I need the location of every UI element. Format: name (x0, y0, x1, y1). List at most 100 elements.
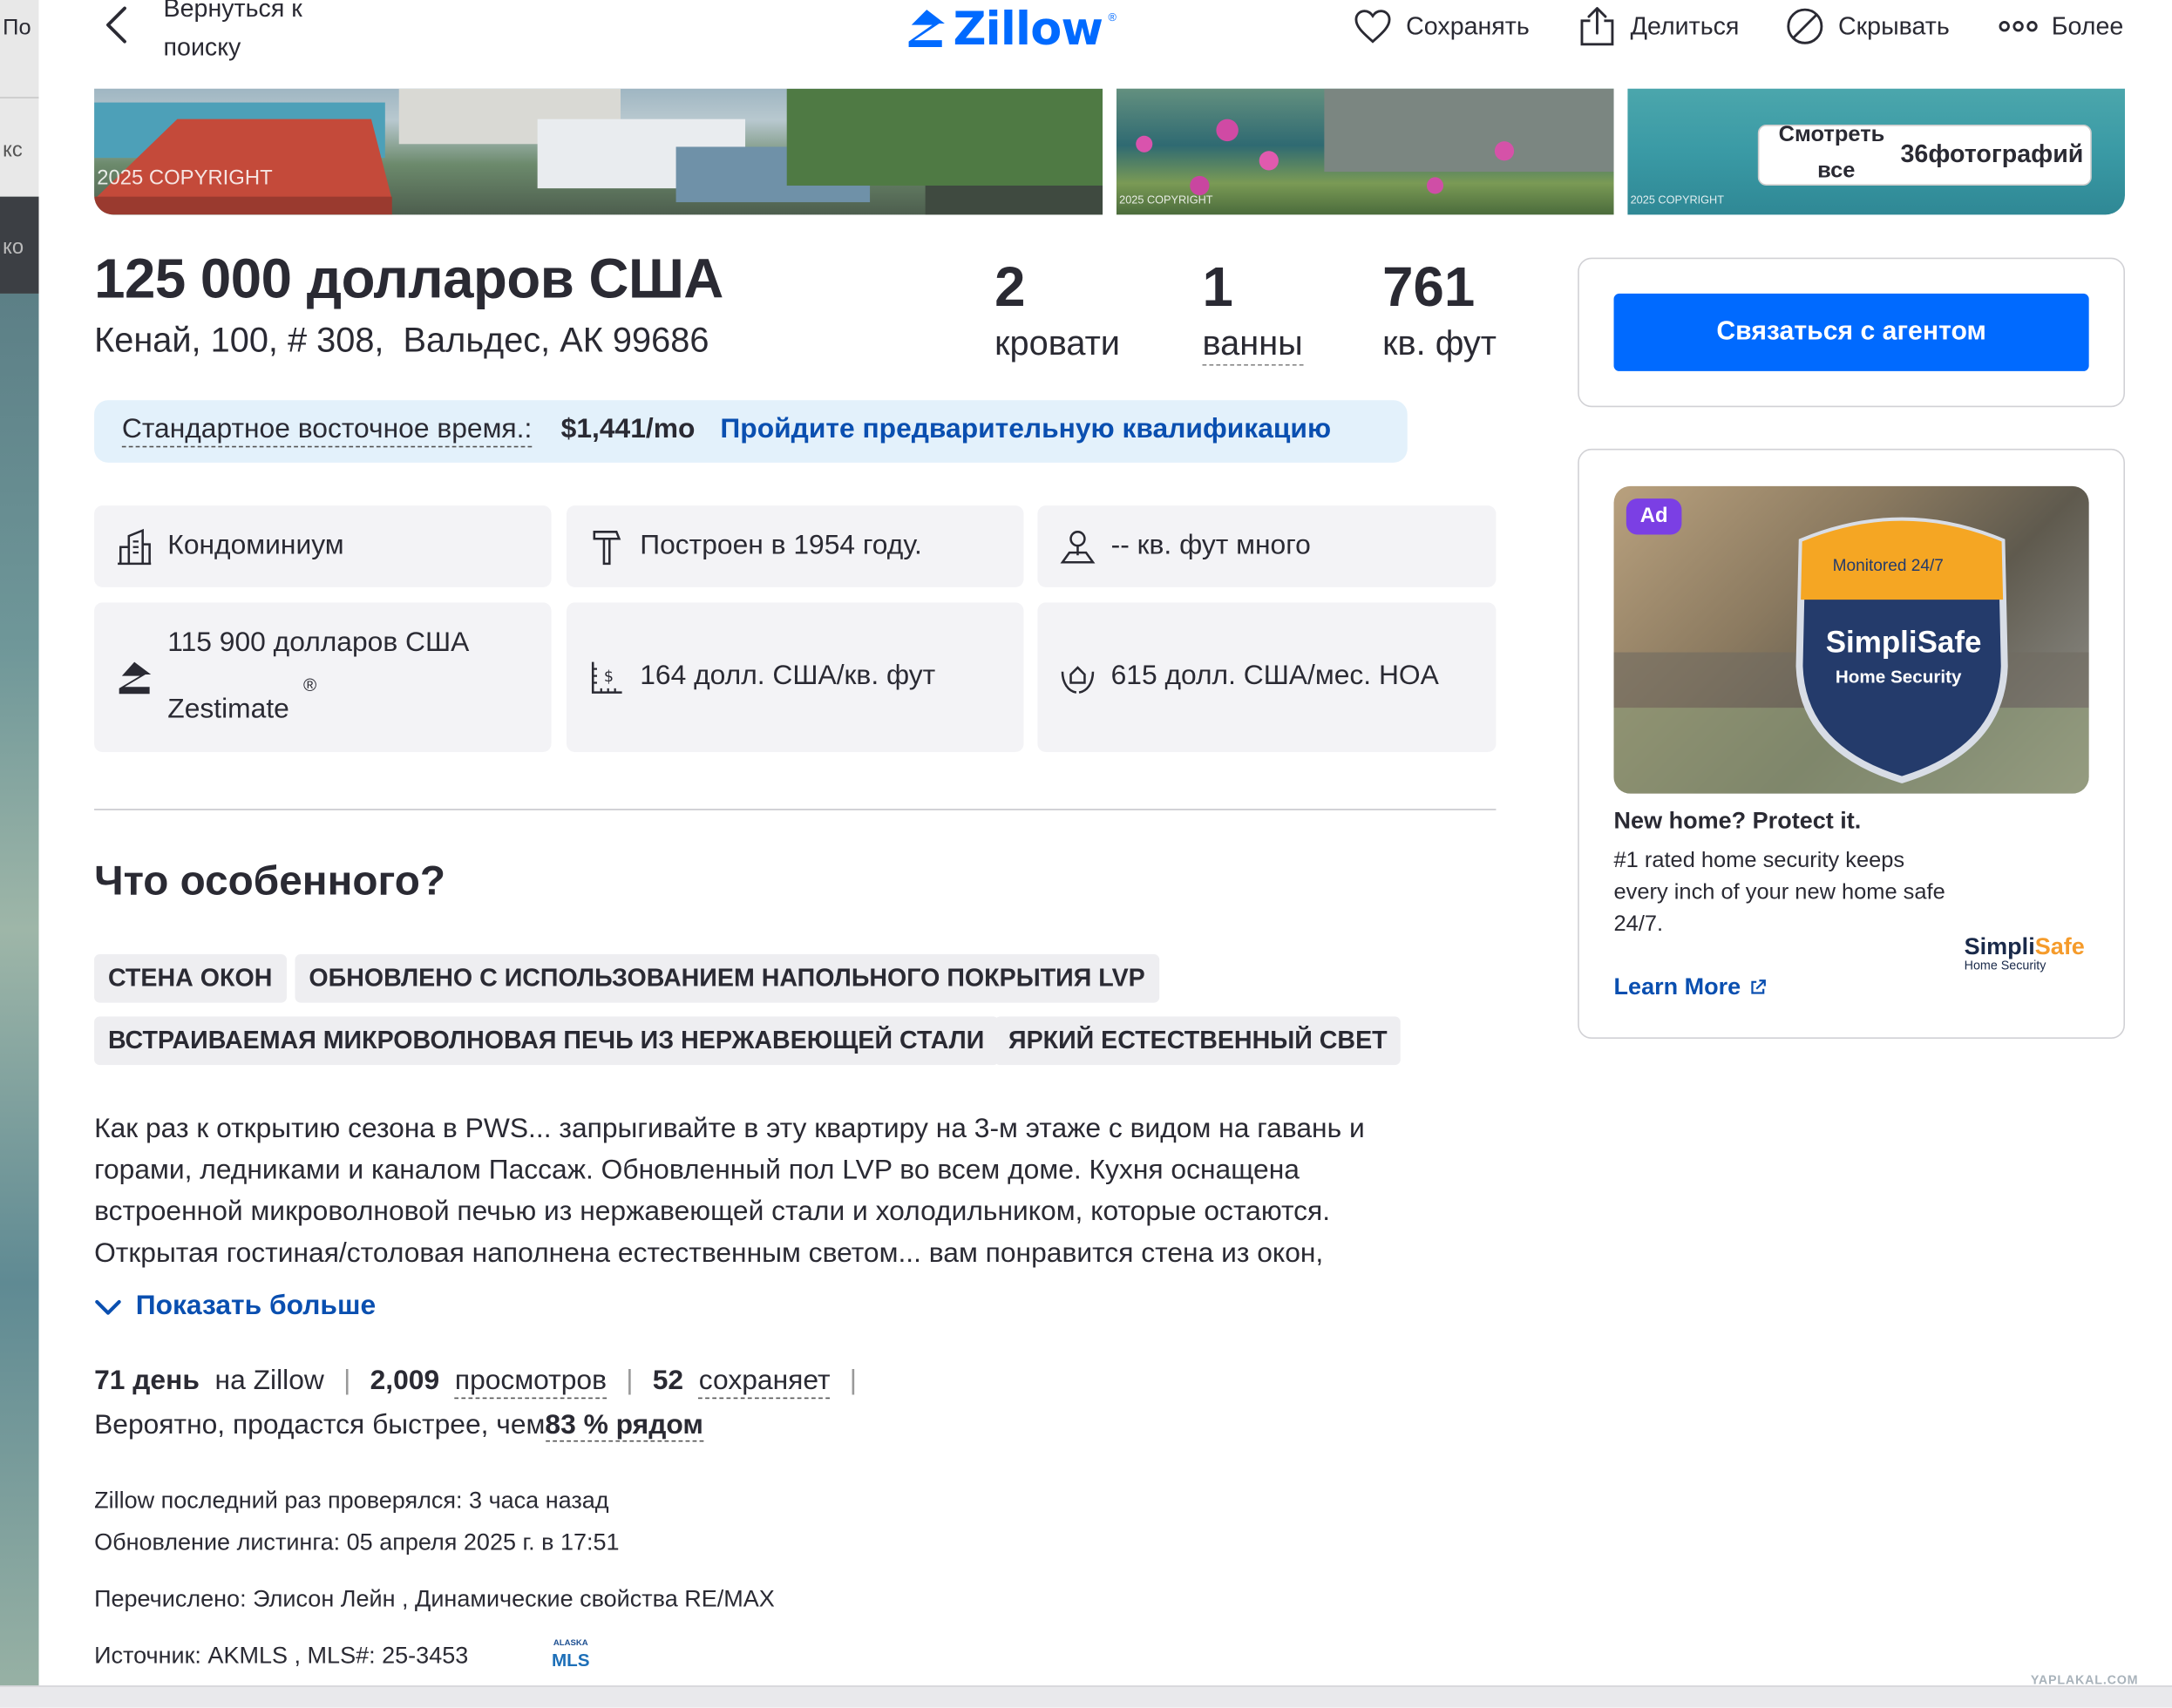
fact-lot-size-text: -- кв. фут много (1110, 530, 1311, 561)
saves-count: 52 (652, 1366, 684, 1397)
watermark: YAPLAKAL.COM (2030, 1672, 2139, 1687)
more-dots-icon (1999, 20, 2038, 32)
baths-count: 1 (1202, 257, 1233, 319)
listing-address: Кенай, 100, # 308, Вальдес, АК 99686 (94, 321, 709, 361)
browser-bottom-bar (0, 1685, 2172, 1708)
hammer-icon (593, 531, 621, 566)
sqft-stat: 761 кв. фут (1382, 254, 1497, 364)
ad-title[interactable]: New home? Protect it. (1614, 808, 1862, 836)
fact-year-built-text: Построен в 1954 году. (640, 530, 922, 561)
fact-price-per-sqft: $ 164 долл. США/кв. фут (567, 602, 1024, 752)
learn-more-link[interactable]: Learn More (1614, 973, 1766, 1001)
photo-copyright: 2025 COPYRIGHT (1119, 193, 1213, 207)
logo-registered-mark: ® (1108, 10, 1117, 24)
advertisement-card[interactable]: Monitored 24/7 SimpliSafe Home Security … (1578, 448, 2125, 1039)
baths-label[interactable]: ванны (1202, 322, 1303, 366)
chevron-left-icon[interactable] (103, 5, 131, 44)
description-line: Как раз к открытию сезона в PWS... запры… (94, 1113, 1365, 1144)
hide-label: Скрывать (1838, 11, 1950, 40)
feature-chip: ВСТРАИВАЕМАЯ МИКРОВОЛНОВАЯ ПЕЧЬ ИЗ НЕРЖА… (94, 1016, 999, 1066)
sqft-label: кв. фут (1382, 323, 1497, 363)
logo-simpli: Simpli (1964, 933, 2035, 960)
days-on-zillow: 71 день (94, 1366, 200, 1397)
svg-text:$: $ (604, 668, 614, 686)
building-icon (118, 528, 152, 566)
listing-updated: Обновление листинга: 05 апреля 2025 г. в… (94, 1528, 620, 1556)
zillow-logo[interactable]: Zillow ® (906, 0, 1117, 55)
description-line: Открытая гостиная/столовая наполнена ест… (94, 1237, 1324, 1269)
divider (0, 97, 39, 98)
feature-chip: ОБНОВЛЕНО С ИСПОЛЬЗОВАНИЕМ НАПОЛЬНОГО ПО… (295, 954, 1159, 1003)
beds-count: 2 (994, 257, 1026, 319)
logo-wordmark: Zillow (953, 0, 1103, 55)
zestimate-value: 115 900 долларов США (167, 627, 470, 658)
ad-image[interactable]: Monitored 24/7 SimpliSafe Home Security … (1613, 485, 2089, 794)
sidebar-text-fragment: ко (3, 235, 24, 260)
learn-more-label: Learn More (1613, 973, 1741, 1000)
contact-agent-button[interactable]: Связаться с агентом (1613, 293, 2089, 371)
share-label: Делиться (1630, 11, 1740, 40)
days-on-zillow-text: на Zillow (214, 1366, 324, 1397)
ad-sign-brand: SimpliSafe (1825, 624, 1982, 660)
views-count: 2,009 (370, 1366, 440, 1397)
fact-year-built: Построен в 1954 году. (567, 505, 1024, 587)
description-line: горами, ледниками и каналом Пассаж. Обно… (94, 1155, 1300, 1186)
see-all-photos-button[interactable]: Смотреть все 36фотографий (1757, 123, 2092, 186)
fact-zestimate[interactable]: 115 900 долларов США Zestimate ® (94, 602, 552, 752)
estimated-payment-banner: Стандартное восточное время.: $1,441/mo … (94, 400, 1408, 463)
photo-harbor-buildings (94, 88, 1103, 215)
likely-to-sell: Вероятно, продастся быстрее, чем83 % ряд… (94, 1409, 703, 1442)
hide-button[interactable]: Скрывать (1786, 5, 1950, 47)
feature-chip: ЯРКИЙ ЕСТЕСТВЕННЫЙ СВЕТ (994, 1016, 1402, 1066)
zillow-house-icon (908, 10, 945, 48)
save-button[interactable]: Сохранять (1354, 5, 1530, 47)
payment-label-text: Стандартное восточное время. (121, 414, 525, 445)
photo-count: 36фотографий (1900, 139, 2084, 168)
logo-safe: Safe (2034, 933, 2085, 960)
sidebar-text-fragment: кс (3, 138, 23, 162)
baths-stat[interactable]: 1 ванны (1202, 254, 1303, 366)
metrics-separator: | (626, 1366, 634, 1397)
back-to-search-link[interactable]: Вернуться к поиску (164, 0, 344, 66)
likely-to-sell-text: Вероятно, продастся быстрее, чем (94, 1409, 546, 1440)
metrics-separator: | (849, 1366, 858, 1397)
ad-sign-top-text: Monitored 24/7 (1832, 555, 1944, 575)
beds-label: кровати (994, 323, 1120, 363)
payment-value: $1,441/mo (560, 414, 696, 445)
map-strip[interactable]: По кс ко (0, 0, 39, 1708)
fact-price-per-sqft-text: 164 долл. США/кв. фут (640, 661, 936, 692)
saves-label[interactable]: сохраняет (698, 1366, 831, 1400)
metrics-separator: | (343, 1366, 351, 1397)
map-image[interactable] (0, 293, 39, 1708)
listed-by: Перечислено: Элисон Лейн , Динамические … (94, 1585, 775, 1612)
fact-lot-size: -- кв. фут много (1037, 505, 1497, 587)
show-more-button[interactable]: Показать больше (94, 1291, 376, 1323)
chevron-down-icon (95, 1299, 121, 1314)
payment-label[interactable]: Стандартное восточное время.: (121, 414, 533, 448)
fact-home-type-text: Кондоминиум (167, 530, 344, 561)
zestimate-label[interactable]: Zestimate (167, 694, 289, 726)
listing-photo-2[interactable]: 2025 COPYRIGHT (1116, 88, 1614, 215)
save-label: Сохранять (1406, 11, 1530, 40)
see-all-label-line1: Смотреть (1778, 123, 1885, 147)
zestimate-registered-mark: ® (303, 674, 317, 695)
more-button[interactable]: Более (1999, 5, 2123, 47)
listing-photo-1[interactable]: 2025 COPYRIGHT (94, 88, 1103, 215)
listing-description: Как раз к открытию сезона в PWS... запры… (94, 1108, 1479, 1274)
ad-badge: Ad (1626, 498, 1682, 535)
likely-to-sell-percent[interactable]: 83 % рядом (545, 1409, 703, 1442)
share-button[interactable]: Делиться (1578, 5, 1739, 47)
zillow-zestimate-icon (119, 661, 152, 695)
prequalify-link[interactable]: Пройдите предварительную квалификацию (720, 414, 1331, 446)
views-label[interactable]: просмотров (454, 1366, 607, 1400)
sqft-count: 761 (1382, 257, 1476, 319)
whats-special-heading: Что особенного? (94, 858, 445, 905)
ad-sign-sub: Home Security (1835, 666, 1962, 688)
listing-header: Вернуться к поиску Zillow ® Сохранять Де… (0, 0, 2172, 86)
mls-source: Источник: AKMLS , MLS#: 25-3453 (94, 1642, 469, 1670)
more-label: Более (2051, 11, 2124, 40)
external-link-icon (1750, 979, 1766, 994)
see-all-label-line2: все (1817, 159, 1856, 183)
simplisafe-logo: SimpliSafe Home Security (1965, 933, 2085, 973)
listing-metrics: 71 день на Zillow | 2,009 просмотров | 5… (94, 1366, 876, 1400)
